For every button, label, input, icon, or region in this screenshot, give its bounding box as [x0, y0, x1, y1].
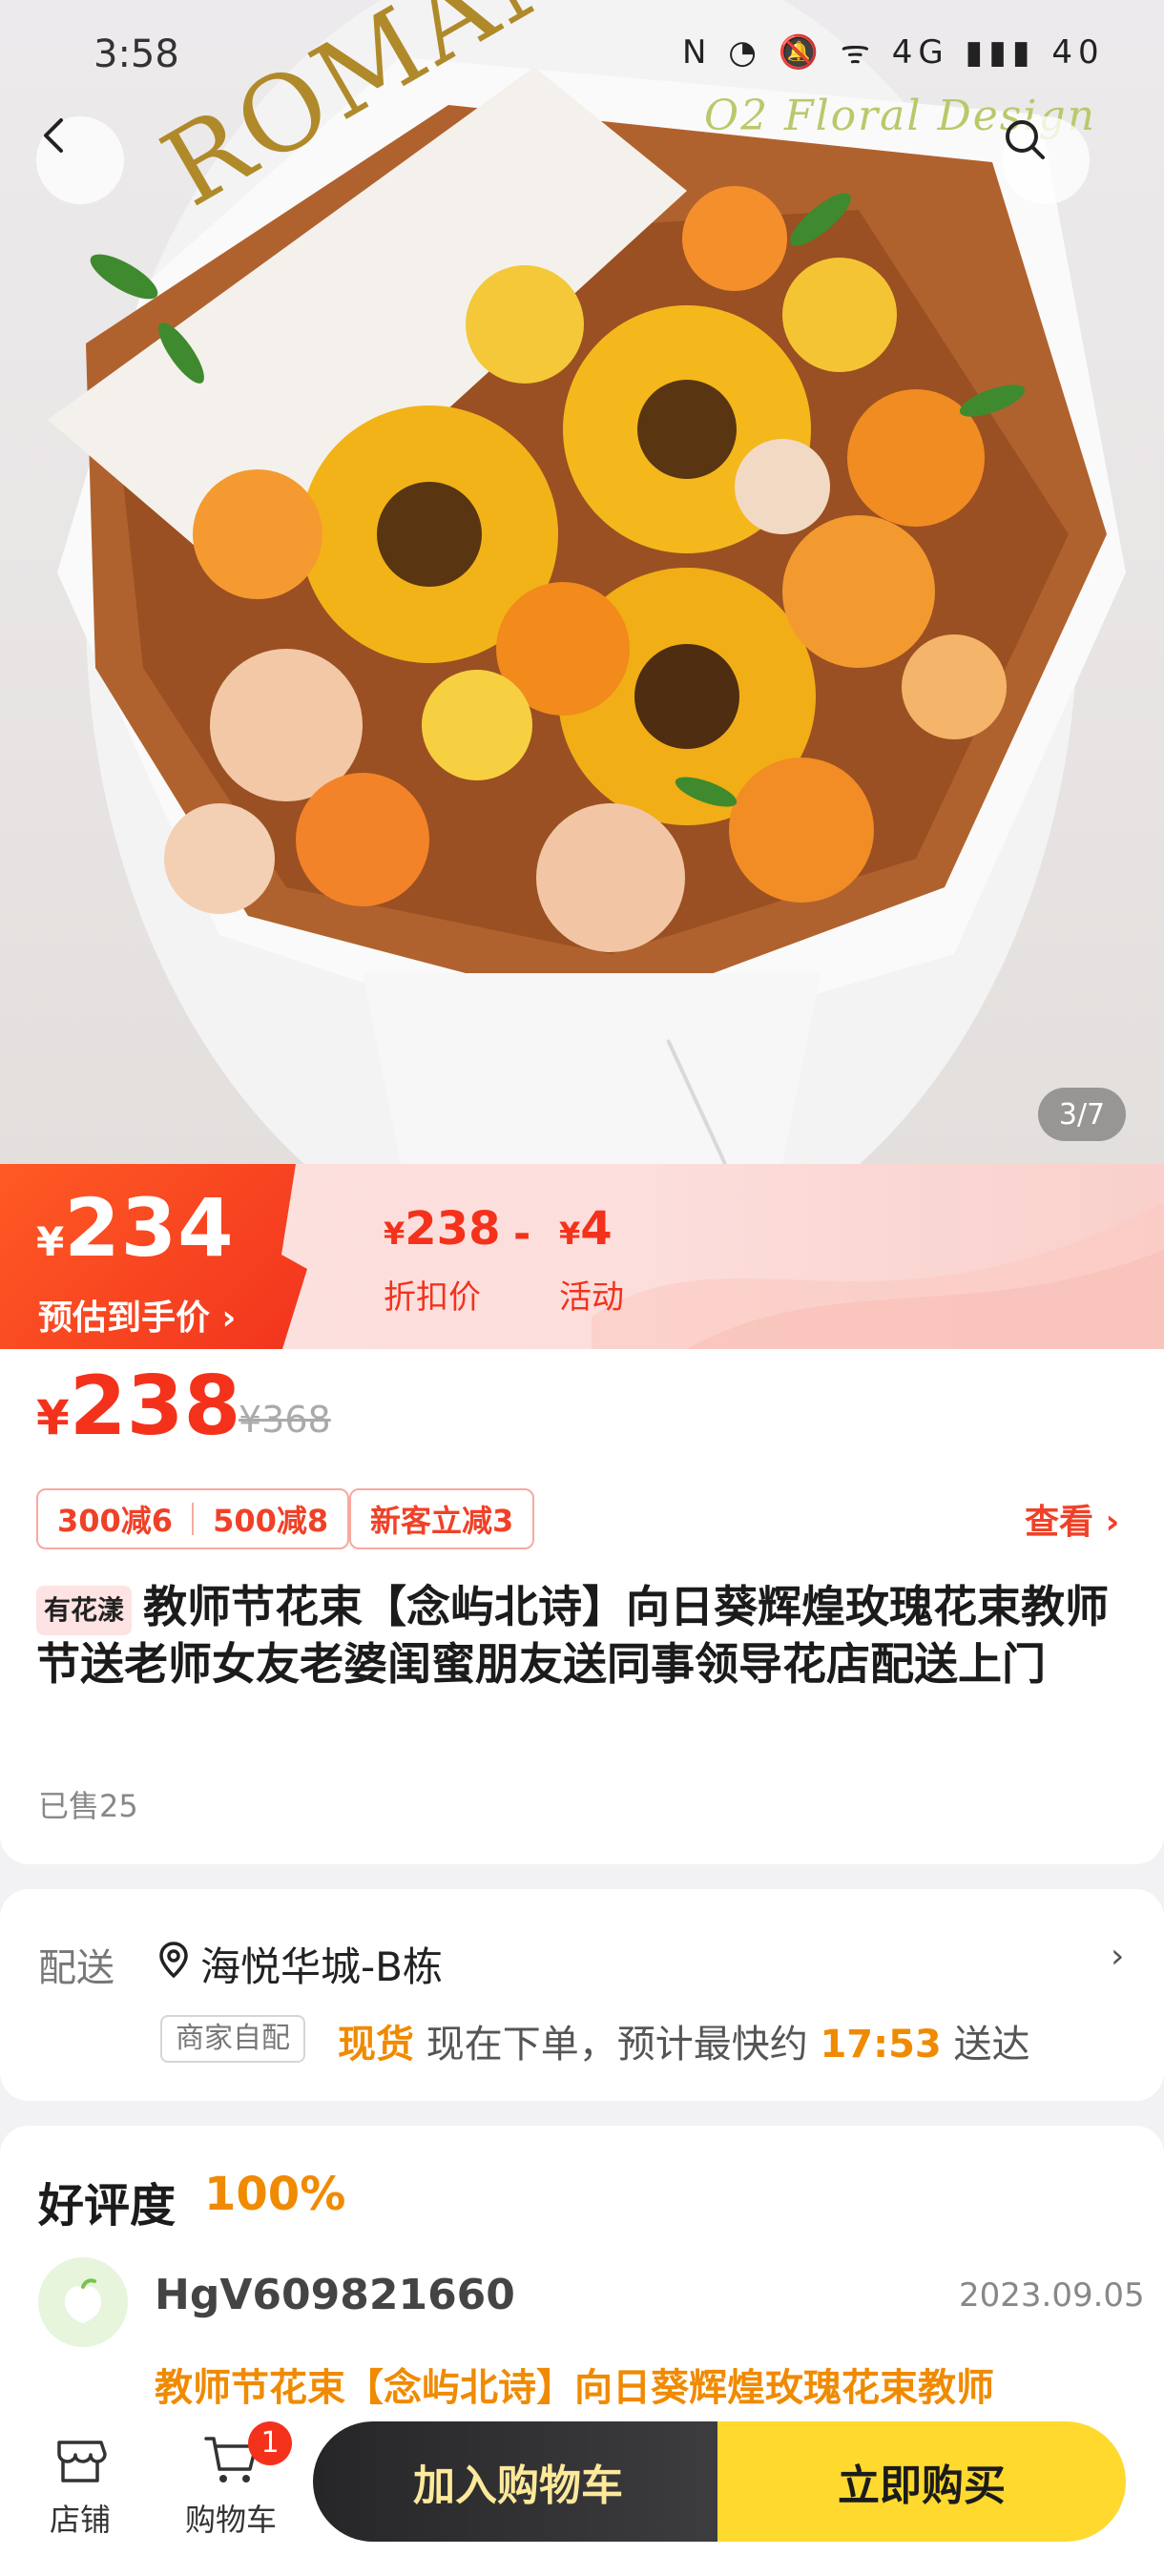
main-price: ¥238	[36, 1359, 241, 1454]
location-pin-icon	[159, 1942, 188, 1979]
back-icon	[44, 118, 63, 153]
delivery-label: 配送	[38, 1946, 114, 1990]
back-button[interactable]	[36, 116, 124, 204]
banner-wave-decoration	[592, 1202, 1164, 1349]
search-button[interactable]	[1002, 116, 1090, 204]
in-stock-label: 现货	[338, 2023, 414, 2067]
cart-label: 购物车	[184, 2502, 277, 2538]
buy-now-button[interactable]: 立即购买	[717, 2421, 1126, 2542]
search-icon	[1006, 120, 1045, 159]
original-price: ¥368	[239, 1399, 331, 1441]
review-date: 2023.09.05	[959, 2276, 1145, 2315]
sold-count: 已售25	[38, 1788, 138, 1824]
avatar-peach-icon	[64, 2278, 102, 2323]
estimated-price-box[interactable]: ¥234 预估到手价 ›	[0, 1164, 307, 1349]
discount-price-block: ¥238 折扣价	[384, 1202, 501, 1317]
review-title: 好评度	[38, 2179, 177, 2233]
reviewer-name: HgV609821660	[155, 2271, 515, 2319]
promo-label: 活动	[559, 1278, 624, 1317]
positive-rate: 100%	[204, 2168, 346, 2221]
minus-sign: -	[513, 1210, 531, 1258]
cart-count-badge: 1	[248, 2421, 292, 2465]
product-image-carousel[interactable]: ROMANTIC 3:58 N ◔ 🔕 ᯤ 4G ▮▮▮ 40 O2 Flora…	[0, 0, 1164, 1164]
status-icons: N ◔ 🔕 ᯤ 4G ▮▮▮ 40	[682, 33, 1105, 72]
product-info-card: ¥238 ¥368 300减6 500减8 新客立减3 查看 › 教师节花束【念…	[0, 1349, 1164, 1864]
merchant-delivery-tag: 商家自配	[160, 2015, 305, 2063]
shop-tag: 有花漾	[36, 1586, 133, 1635]
delivery-time: 17:53	[820, 2023, 942, 2067]
avatar	[38, 2257, 128, 2347]
discount-price-label: 折扣价	[384, 1278, 481, 1317]
view-coupons-link[interactable]: 查看 ›	[1025, 1494, 1119, 1544]
image-counter: 3/7	[1038, 1088, 1126, 1141]
store-icon	[57, 2441, 107, 2483]
status-time: 3:58	[94, 32, 179, 76]
bottom-action-bar: 店铺 购物车 1 加入购物车 立即购买	[0, 2404, 1164, 2576]
delivery-estimate: 现货 现在下单，预计最快约 17:53 送达	[338, 2023, 1030, 2067]
product-detail-page: ROMANTIC 3:58 N ◔ 🔕 ᯤ 4G ▮▮▮ 40 O2 Flora…	[0, 0, 1164, 2576]
add-to-cart-button[interactable]: 加入购物车	[313, 2421, 723, 2542]
store-nav-button[interactable]: 店铺	[23, 2429, 137, 2540]
product-title: 教师节花束【念屿北诗】向日葵辉煌玫瑰花束教师节送老师女友老婆闺蜜朋友送同事领导花…	[36, 1581, 1109, 1690]
chevron-right-icon[interactable]: ›	[1111, 1937, 1124, 1976]
delivery-card[interactable]: 配送 海悦华城-B栋 › 商家自配 现货 现在下单，预计最快约 17:53 送达	[0, 1889, 1164, 2101]
estimated-price: ¥234	[36, 1181, 235, 1275]
coupon-full-reduction[interactable]: 300减6 500减8	[36, 1488, 350, 1549]
status-bar: 3:58 N ◔ 🔕 ᯤ 4G ▮▮▮ 40	[0, 0, 1164, 105]
promo-discount-block: ¥4 活动	[559, 1202, 624, 1317]
store-label: 店铺	[49, 2502, 111, 2538]
estimated-price-label: 预估到手价 ›	[38, 1298, 237, 1338]
coupon-new-customer[interactable]: 新客立减3	[349, 1488, 535, 1549]
price-banner: ¥234 预估到手价 › ¥238 折扣价 - ¥4 活动	[0, 1164, 1164, 1349]
delivery-address: 海悦华城-B栋	[200, 1943, 443, 1990]
